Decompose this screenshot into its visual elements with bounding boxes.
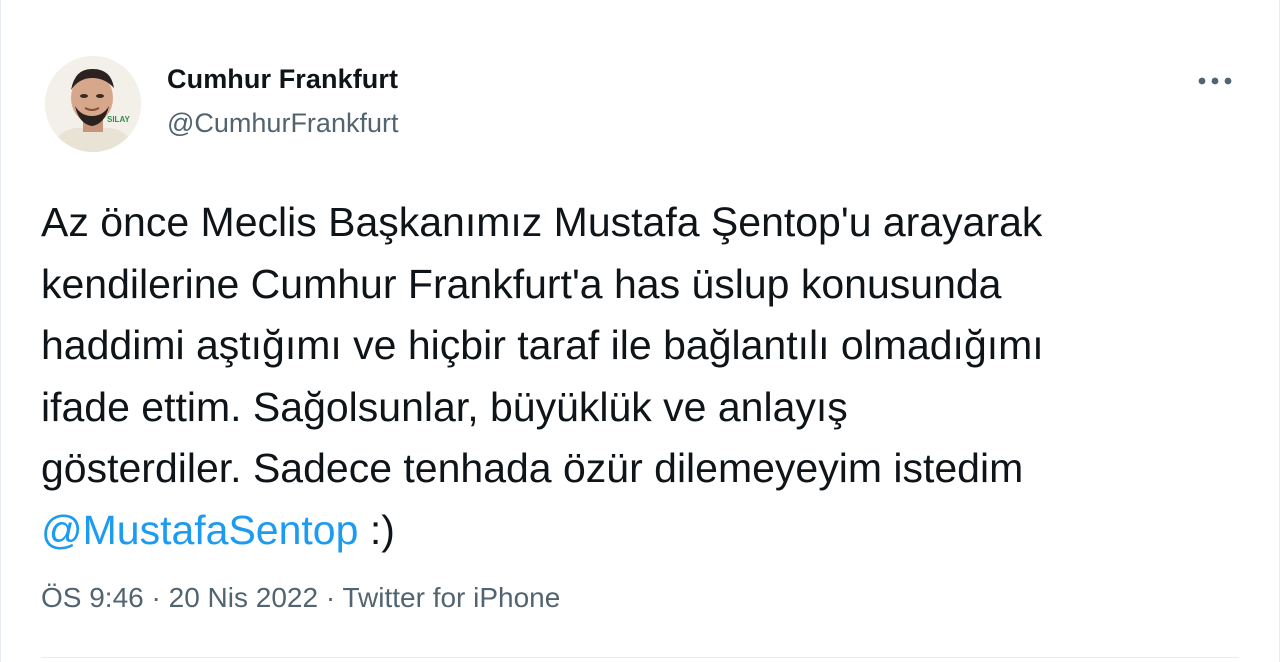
display-name[interactable]: Cumhur Frankfurt <box>167 64 398 95</box>
avatar-badge-text: SILAY <box>107 115 130 124</box>
tweet-time[interactable]: ÖS 9:46 <box>41 582 144 613</box>
tweet-card: SILAY Cumhur Frankfurt @CumhurFrankfurt … <box>0 0 1280 662</box>
tweet-suffix: :) <box>358 506 395 553</box>
meta-separator: · <box>318 582 343 613</box>
tweet-date[interactable]: 20 Nis 2022 <box>169 582 318 613</box>
tweet-source-link[interactable]: Twitter for iPhone <box>342 582 560 613</box>
user-handle[interactable]: @CumhurFrankfurt <box>167 108 398 139</box>
divider <box>41 657 1239 658</box>
tweet-body: Az önce Meclis Başkanımız Mustafa Şentop… <box>41 199 1044 491</box>
tweet-meta: ÖS 9:46 · 20 Nis 2022 · Twitter for iPho… <box>41 582 560 614</box>
more-options-button[interactable] <box>1195 66 1235 96</box>
tweet-text: Az önce Meclis Başkanımız Mustafa Şentop… <box>41 192 1261 561</box>
avatar-image: SILAY <box>45 56 141 152</box>
more-horizontal-icon <box>1198 77 1232 85</box>
meta-separator: · <box>143 582 169 613</box>
mention-link[interactable]: @MustafaSentop <box>41 507 358 553</box>
avatar[interactable]: SILAY <box>45 56 141 152</box>
